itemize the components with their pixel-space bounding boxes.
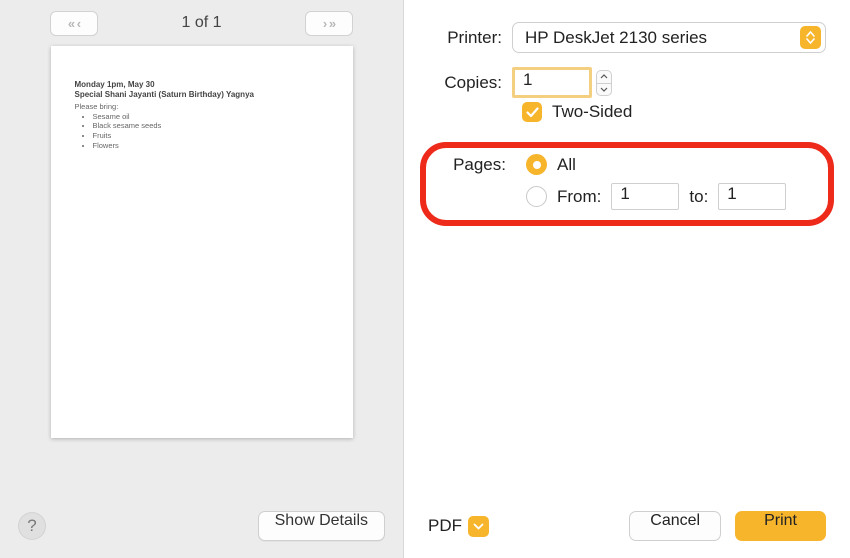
- doc-list-item: Fruits: [93, 131, 329, 141]
- pages-range-radio[interactable]: [526, 186, 547, 207]
- printer-value: HP DeskJet 2130 series: [525, 28, 707, 48]
- pages-to-input[interactable]: 1: [718, 183, 786, 210]
- copies-label: Copies:: [428, 73, 512, 93]
- cancel-button[interactable]: Cancel: [629, 511, 721, 541]
- pages-all-label: All: [557, 155, 576, 175]
- preview-header: « ‹ 1 of 1 › »: [0, 0, 403, 42]
- stepper-down-icon[interactable]: [596, 83, 612, 96]
- printer-row: Printer: HP DeskJet 2130 series: [428, 22, 826, 53]
- doc-line3: Please bring:: [75, 102, 329, 112]
- doc-list-item: Black sesame seeds: [93, 121, 329, 131]
- doc-line1: Monday 1pm, May 30: [75, 80, 329, 90]
- printer-select[interactable]: HP DeskJet 2130 series: [512, 22, 826, 53]
- next-page-button[interactable]: › »: [305, 11, 353, 36]
- page-counter: 1 of 1: [181, 14, 221, 32]
- print-button[interactable]: Print: [735, 511, 826, 541]
- pages-from-input[interactable]: 1: [611, 183, 679, 210]
- pages-row-all: Pages: All: [434, 154, 818, 175]
- pages-to-label: to:: [689, 187, 708, 207]
- preview-footer: ? Show Details: [0, 494, 403, 558]
- copies-input[interactable]: 1: [512, 67, 592, 98]
- settings-panel: Printer: HP DeskJet 2130 series Copies: …: [404, 0, 850, 558]
- doc-list-item: Sesame oil: [93, 112, 329, 122]
- pdf-menu[interactable]: PDF: [428, 516, 489, 537]
- two-sided-row: Two-Sided: [522, 102, 826, 122]
- prev-page-button[interactable]: « ‹: [50, 11, 98, 36]
- doc-line2: Special Shani Jayanti (Saturn Birthday) …: [75, 90, 329, 100]
- copies-stepper[interactable]: [596, 70, 612, 96]
- page-preview: Monday 1pm, May 30 Special Shani Jayanti…: [51, 46, 353, 438]
- pages-label: Pages:: [434, 155, 516, 175]
- printer-label: Printer:: [428, 28, 512, 48]
- chevron-down-icon: [468, 516, 489, 537]
- pages-from-label: From:: [557, 187, 601, 207]
- print-dialog: « ‹ 1 of 1 › » Monday 1pm, May 30 Specia…: [0, 0, 850, 558]
- pdf-label: PDF: [428, 516, 462, 536]
- two-sided-checkbox[interactable]: [522, 102, 542, 122]
- updown-icon: [800, 26, 821, 49]
- page-preview-wrap: Monday 1pm, May 30 Special Shani Jayanti…: [0, 42, 403, 558]
- settings-footer: PDF Cancel Print: [404, 494, 850, 558]
- pages-row-range: From: 1 to: 1: [434, 183, 818, 210]
- pages-highlight-ring: Pages: All From: 1 to: 1: [420, 142, 834, 226]
- two-sided-label: Two-Sided: [552, 102, 632, 122]
- doc-list: Sesame oil Black sesame seeds Fruits Flo…: [83, 112, 329, 151]
- stepper-up-icon[interactable]: [596, 70, 612, 83]
- help-button[interactable]: ?: [18, 512, 46, 540]
- show-details-button[interactable]: Show Details: [258, 511, 385, 541]
- copies-row: Copies: 1: [428, 67, 826, 98]
- preview-panel: « ‹ 1 of 1 › » Monday 1pm, May 30 Specia…: [0, 0, 404, 558]
- pages-all-radio[interactable]: [526, 154, 547, 175]
- doc-list-item: Flowers: [93, 141, 329, 151]
